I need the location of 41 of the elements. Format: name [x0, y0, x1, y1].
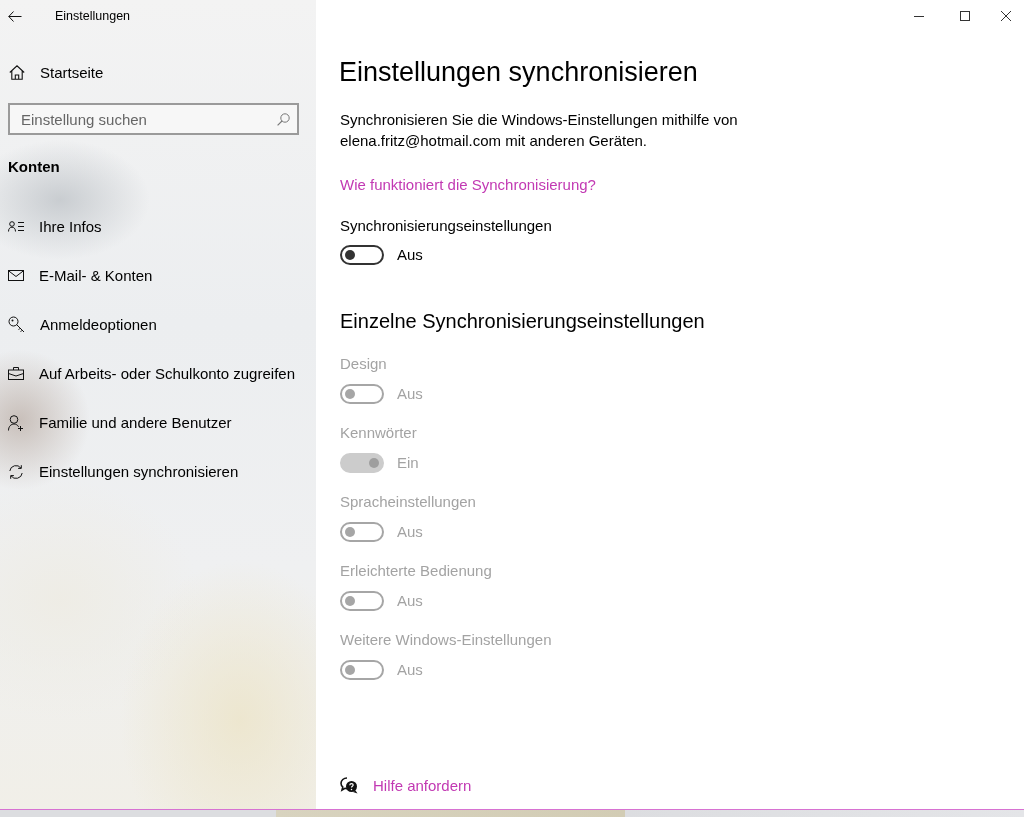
nav-item[interactable]: Einstellungen synchronisieren: [0, 447, 316, 496]
close-icon: [1001, 11, 1011, 21]
section-title: Einzelne Synchronisierungseinstellungen: [340, 309, 705, 334]
page-title: Einstellungen synchronisieren: [339, 56, 698, 89]
home-link[interactable]: Startseite: [0, 48, 316, 96]
person-list-icon: [8, 221, 24, 232]
setting-label: Spracheinstellungen: [340, 492, 476, 512]
search-field[interactable]: Einstellung suchen: [8, 103, 299, 135]
setting-label: Kennwörter: [340, 423, 417, 443]
toggle-state-text: Aus: [397, 245, 423, 265]
setting-label: Weitere Windows-Einstellungen: [340, 630, 552, 650]
briefcase-icon: [8, 367, 24, 380]
section-heading: Konten: [7, 156, 61, 177]
help-chat-icon: [340, 777, 358, 794]
nav-item[interactable]: Anmeldeoptionen: [0, 300, 316, 349]
nav-item[interactable]: Auf Arbeits- oder Schulkonto zugreifen: [0, 349, 316, 398]
search-icon: [277, 113, 290, 126]
key-icon: [8, 316, 25, 333]
setting-label: Synchronisierungseinstellungen: [340, 216, 552, 236]
help-link[interactable]: Wie funktioniert die Synchronisierung?: [340, 174, 596, 195]
nav-item[interactable]: Ihre Infos: [0, 202, 316, 251]
person-add-icon: [8, 414, 24, 431]
toggle-state-text: Aus: [397, 591, 423, 611]
setting-label: Design: [340, 354, 387, 374]
nav-item[interactable]: Familie und andere Benutzer: [0, 398, 316, 447]
toggle-state-text: Aus: [397, 384, 423, 404]
nav-item[interactable]: E-Mail- & Konten: [0, 251, 316, 300]
maximize-icon: [960, 11, 970, 21]
back-arrow-icon: [8, 10, 22, 22]
toggle-state-text: Aus: [397, 660, 423, 680]
home-icon: [9, 64, 25, 80]
toggle-switch[interactable]: [340, 245, 384, 265]
sync-icon: [8, 463, 24, 480]
setting-label: Erleichterte Bedienung: [340, 561, 492, 581]
description-text: Synchronisieren Sie die Windows-Einstellungen mithilfe von elena.fritz@hotmail.com mit anderen Geräten.: [340, 110, 739, 151]
toggle-state-text: Aus: [397, 522, 423, 542]
minimize-icon: [914, 15, 924, 17]
window-title: Einstellungen: [55, 9, 131, 23]
toggle-state-text: Ein: [397, 453, 419, 473]
envelope-icon: [8, 270, 24, 281]
get-help-link[interactable]: Hilfe anfordern: [373, 775, 472, 796]
